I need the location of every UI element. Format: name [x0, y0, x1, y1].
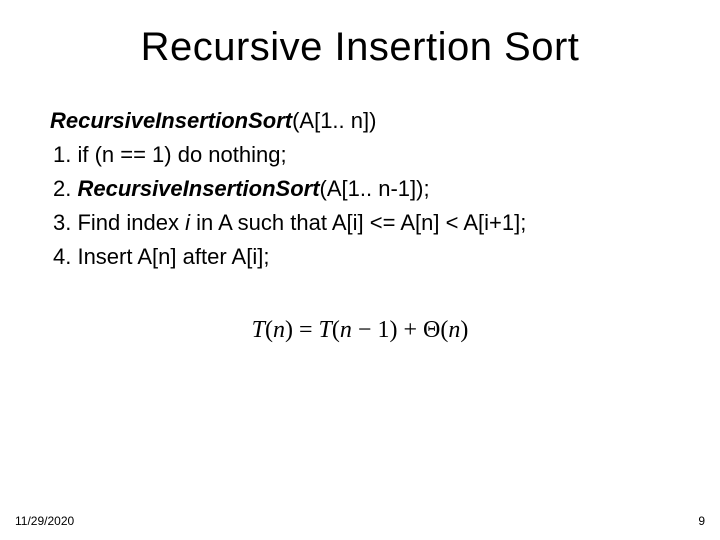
- eq-n1: n: [273, 317, 285, 343]
- eq-lp2: (: [332, 317, 340, 343]
- algo-step-4: 4. Insert A[n] after A[i];: [50, 241, 670, 273]
- algo-step-1: 1. if (n == 1) do nothing;: [50, 139, 670, 171]
- eq-theta: Θ: [423, 317, 440, 343]
- step2-args: (A[1.. n-1]);: [320, 176, 430, 201]
- eq-eq: =: [293, 317, 319, 343]
- eq-minus: − 1: [352, 317, 390, 343]
- step2-fn: RecursiveInsertionSort: [77, 176, 319, 201]
- fn-name: RecursiveInsertionSort: [50, 108, 292, 133]
- eq-n2: n: [340, 317, 352, 343]
- eq-rp1: ): [285, 317, 293, 343]
- recurrence-equation: T(n) = T(n − 1) + Θ(n): [50, 317, 670, 344]
- algo-step-2: 2. RecursiveInsertionSort(A[1.. n-1]);: [50, 173, 670, 205]
- eq-plus: +: [397, 317, 423, 343]
- fn-args: (A[1.. n]): [292, 108, 376, 133]
- step3-b: in A such that A[i] <= A[n] < A[i+1];: [190, 210, 526, 235]
- footer-page-number: 9: [698, 514, 705, 528]
- algo-signature: RecursiveInsertionSort(A[1.. n]): [50, 105, 670, 137]
- eq-T1: T: [252, 317, 265, 343]
- eq-n3: n: [448, 317, 460, 343]
- slide-title: Recursive Insertion Sort: [50, 25, 670, 70]
- eq-rp3: ): [460, 317, 468, 343]
- slide: Recursive Insertion Sort RecursiveInsert…: [0, 0, 720, 540]
- footer-date: 11/29/2020: [15, 514, 74, 528]
- step2-prefix: 2.: [53, 176, 77, 201]
- step3-a: 3. Find index: [53, 210, 185, 235]
- slide-content: RecursiveInsertionSort(A[1.. n]) 1. if (…: [50, 105, 670, 272]
- eq-T2: T: [319, 317, 332, 343]
- eq-lp1: (: [265, 317, 273, 343]
- algo-step-3: 3. Find index i in A such that A[i] <= A…: [50, 207, 670, 239]
